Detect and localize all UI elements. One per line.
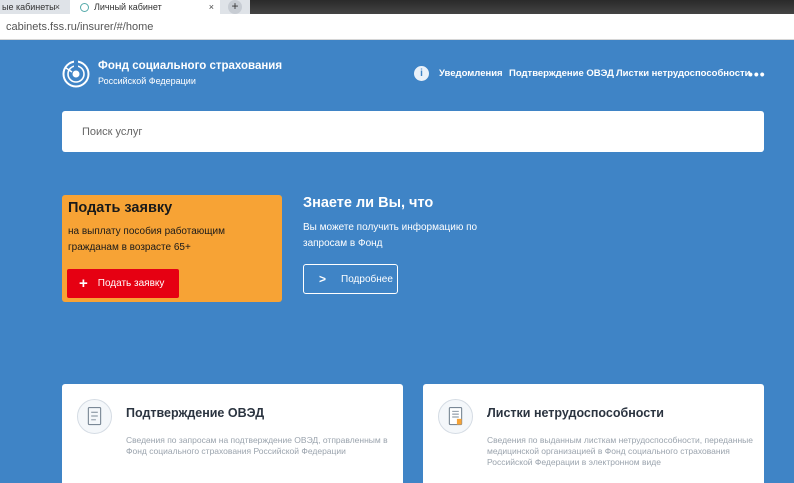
search-input[interactable]: Поиск услуг xyxy=(62,111,764,152)
brand-title[interactable]: Фонд социального страхования xyxy=(98,60,282,72)
info-icon[interactable]: i xyxy=(414,66,429,81)
apply-card-description: на выплату пособия работающим гражданам … xyxy=(68,226,225,253)
apply-card-title: Подать заявку xyxy=(68,200,173,216)
apply-card: Подать заявку на выплату пособия работаю… xyxy=(62,195,282,302)
card-title: Листки нетрудоспособности xyxy=(487,406,664,420)
document-stack-icon xyxy=(77,399,112,434)
nav-sick-leave[interactable]: Листки нетрудоспособности xyxy=(616,68,751,79)
browser-tab-cabinets[interactable]: ые кабинеты × xyxy=(0,0,66,14)
more-details-button[interactable]: > Подробнее xyxy=(303,264,398,294)
more-details-label: Подробнее xyxy=(341,273,393,285)
tabbar-background xyxy=(250,0,794,14)
submit-application-label: Подать заявку xyxy=(97,278,165,289)
url-text[interactable]: cabinets.fss.ru/insurer/#/home xyxy=(6,21,153,33)
favicon-icon xyxy=(80,3,89,12)
submit-application-button[interactable]: + Подать заявку xyxy=(67,269,179,298)
address-bar[interactable]: cabinets.fss.ru/insurer/#/home xyxy=(0,14,794,40)
nav-ovad-confirmation[interactable]: Подтверждение ОВЭД xyxy=(509,68,614,79)
sick-leave-icon xyxy=(438,399,473,434)
card-description: Сведения по выданным листкам нетрудоспос… xyxy=(487,435,753,467)
did-you-know-title: Знаете ли Вы, что xyxy=(303,195,434,211)
card-sick-leave[interactable]: Листки нетрудоспособности Сведения по вы… xyxy=(423,384,764,483)
browser-tabbar: ые кабинеты × Личный кабинет × + xyxy=(0,0,794,14)
more-menu-icon[interactable]: ••• xyxy=(748,66,766,82)
card-title: Подтверждение ОВЭД xyxy=(126,406,265,420)
nav-notifications[interactable]: Уведомления xyxy=(439,68,503,79)
brand-subtitle: Российской Федерации xyxy=(98,76,196,86)
new-tab-button[interactable]: + xyxy=(228,0,242,14)
chevron-right-icon: > xyxy=(319,272,327,286)
did-you-know-description: Вы можете получить информацию по запроса… xyxy=(303,222,478,249)
tab-label: Личный кабинет xyxy=(94,2,162,12)
plus-icon: + xyxy=(79,275,88,292)
card-description: Сведения по запросам на подтверждение ОВ… xyxy=(126,435,388,456)
fss-logo-icon[interactable] xyxy=(62,60,90,88)
close-icon[interactable]: × xyxy=(209,2,214,12)
card-ovad-confirmation[interactable]: Подтверждение ОВЭД Сведения по запросам … xyxy=(62,384,403,483)
browser-tab-personal-cabinet[interactable]: Личный кабинет × xyxy=(70,0,220,14)
close-icon[interactable]: × xyxy=(55,2,60,12)
tab-label: ые кабинеты xyxy=(2,2,56,12)
